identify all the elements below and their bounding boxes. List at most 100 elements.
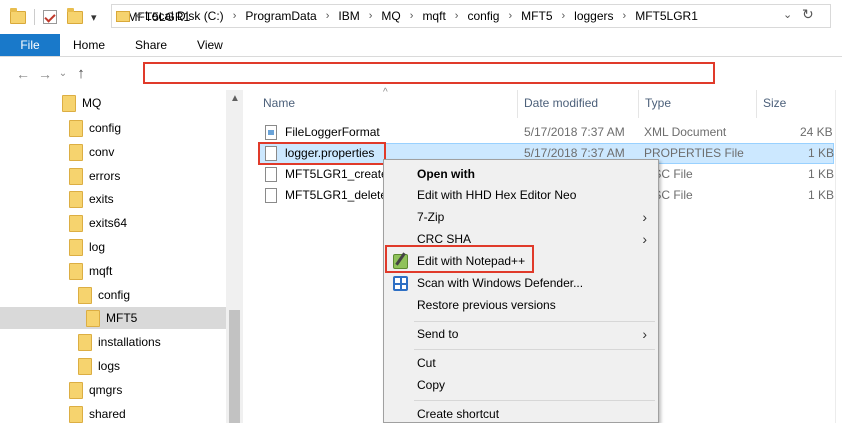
folder-icon [69, 167, 83, 185]
file-size: 1 KB [808, 167, 835, 181]
crumb-separator[interactable]: › [233, 10, 237, 22]
properties-icon[interactable] [43, 10, 57, 24]
menu-label: Cut [417, 356, 436, 370]
menu-item-copy[interactable]: Copy [385, 374, 657, 396]
crumb-separator[interactable]: › [455, 10, 459, 22]
recent-locations-icon[interactable]: ⌄ [56, 68, 70, 79]
menu-label: Send to [417, 327, 459, 341]
xml-file-icon [265, 125, 277, 140]
nav-item-label: exits [89, 192, 114, 206]
menu-item-notepad-plus-plus[interactable]: Edit with Notepad++ [385, 250, 657, 272]
tab-home[interactable]: Home [60, 34, 120, 56]
file-type: PROPERTIES File [644, 146, 744, 160]
nav-item-log[interactable]: log [69, 236, 105, 258]
file-type: XML Document [644, 125, 727, 139]
nav-item-mqft[interactable]: mqft [69, 260, 112, 282]
nav-item-label: config [98, 288, 131, 302]
menu-item-open-with[interactable]: Open with [385, 163, 657, 185]
up-icon[interactable]: ↑ [70, 65, 92, 82]
menu-label: Edit with HHD Hex Editor Neo [417, 188, 577, 202]
crumb-mqft[interactable]: mqft [422, 9, 445, 23]
folder-icon [69, 190, 83, 208]
crumb-separator[interactable]: › [326, 10, 330, 22]
windows-defender-icon [393, 275, 408, 291]
column-header-type[interactable]: Type [645, 96, 671, 110]
crumb-separator[interactable]: › [562, 10, 566, 22]
column-header-date[interactable]: Date modified [524, 96, 598, 110]
address-bar[interactable]: « Local Disk (C:) › ProgramData › IBM › … [111, 4, 831, 28]
file-name: FileLoggerFormat [285, 125, 380, 139]
navigation-pane: ▲ [0, 90, 243, 423]
nav-item-errors[interactable]: errors [69, 165, 120, 187]
nav-item-exits[interactable]: exits [69, 188, 114, 210]
menu-item-crc-sha[interactable]: CRC SHA › [385, 228, 657, 250]
new-folder-icon[interactable] [67, 7, 83, 24]
menu-item-restore-previous[interactable]: Restore previous versions [385, 294, 657, 316]
nav-item-label: conv [89, 145, 115, 159]
column-divider[interactable] [517, 90, 518, 118]
tab-share[interactable]: Share [120, 34, 182, 56]
menu-item-cut[interactable]: Cut [385, 352, 657, 374]
crumb-local-disk[interactable]: Local Disk (C:) [145, 9, 224, 23]
nav-item-config[interactable]: config [69, 117, 121, 139]
crumb-programdata[interactable]: ProgramData [245, 9, 316, 23]
crumb-config[interactable]: config [467, 9, 499, 23]
nav-item-label: MFT5 [106, 311, 138, 325]
nav-scrollbar[interactable]: ▲ [226, 90, 243, 423]
address-dropdown-icon[interactable]: ⌄ [783, 8, 792, 21]
column-divider[interactable] [638, 90, 639, 118]
crumb-separator[interactable]: › [508, 10, 512, 22]
file-date: 5/17/2018 7:37 AM [524, 146, 625, 160]
folder-icon [78, 357, 92, 375]
column-header-size[interactable]: Size [763, 96, 786, 110]
menu-label: 7-Zip [417, 210, 445, 224]
scroll-thumb[interactable] [229, 310, 240, 423]
column-divider[interactable] [756, 90, 757, 118]
menu-label: Restore previous versions [417, 298, 556, 312]
tab-view[interactable]: View [182, 34, 238, 56]
quick-access-divider [34, 9, 35, 25]
scroll-up-icon[interactable]: ▲ [230, 93, 240, 104]
nav-item-logs[interactable]: logs [78, 355, 120, 377]
nav-item-mqft-config[interactable]: config [78, 284, 130, 306]
folder-icon [69, 214, 83, 232]
nav-item-installations[interactable]: installations [78, 331, 161, 353]
nav-item-qmgrs[interactable]: qmgrs [69, 379, 122, 401]
nav-item-mq[interactable]: MQ [62, 92, 101, 114]
address-overflow[interactable]: « [136, 10, 142, 22]
forward-icon[interactable]: → [34, 66, 56, 82]
menu-separator [414, 321, 655, 322]
crumb-separator[interactable]: › [369, 10, 373, 22]
column-header-name[interactable]: Name [263, 96, 295, 110]
file-row-fileloggerformat[interactable]: FileLoggerFormat 5/17/2018 7:37 AM XML D… [258, 122, 834, 143]
navigation-bar: ← → ⌄ ↑ [0, 57, 842, 90]
menu-item-send-to[interactable]: Send to › [385, 323, 657, 345]
menu-item-hex-editor[interactable]: Edit with HHD Hex Editor Neo [385, 184, 657, 206]
menu-item-7zip[interactable]: 7-Zip › [385, 206, 657, 228]
crumb-separator[interactable]: › [623, 10, 627, 22]
crumb-separator[interactable]: › [410, 10, 414, 22]
crumb-mft5[interactable]: MFT5 [521, 9, 552, 23]
folder-icon [86, 309, 100, 327]
nav-item-mft5[interactable]: MFT5 [0, 307, 226, 329]
details-pane-divider [835, 90, 836, 423]
nav-item-label: logs [98, 359, 121, 373]
folder-icon [62, 94, 76, 112]
menu-label: Scan with Windows Defender... [417, 276, 584, 290]
crumb-mft5lgr1[interactable]: MFT5LGR1 [635, 9, 698, 23]
back-icon[interactable]: ← [12, 66, 34, 82]
nav-item-shared[interactable]: shared [69, 403, 126, 423]
folder-icon [10, 7, 26, 24]
nav-item-conv[interactable]: conv [69, 141, 114, 163]
customize-quick-access-icon[interactable]: ▾ [91, 11, 97, 24]
crumb-mq[interactable]: MQ [381, 9, 400, 23]
nav-item-label: log [89, 240, 106, 254]
crumb-ibm[interactable]: IBM [338, 9, 359, 23]
crumb-loggers[interactable]: loggers [574, 9, 613, 23]
refresh-icon[interactable]: ↻ [802, 6, 814, 23]
tab-file[interactable]: File [0, 34, 60, 56]
menu-item-create-shortcut[interactable]: Create shortcut [385, 403, 657, 423]
menu-item-windows-defender[interactable]: Scan with Windows Defender... [385, 272, 657, 294]
menu-label: Open with [417, 167, 475, 181]
nav-item-exits64[interactable]: exits64 [69, 212, 127, 234]
